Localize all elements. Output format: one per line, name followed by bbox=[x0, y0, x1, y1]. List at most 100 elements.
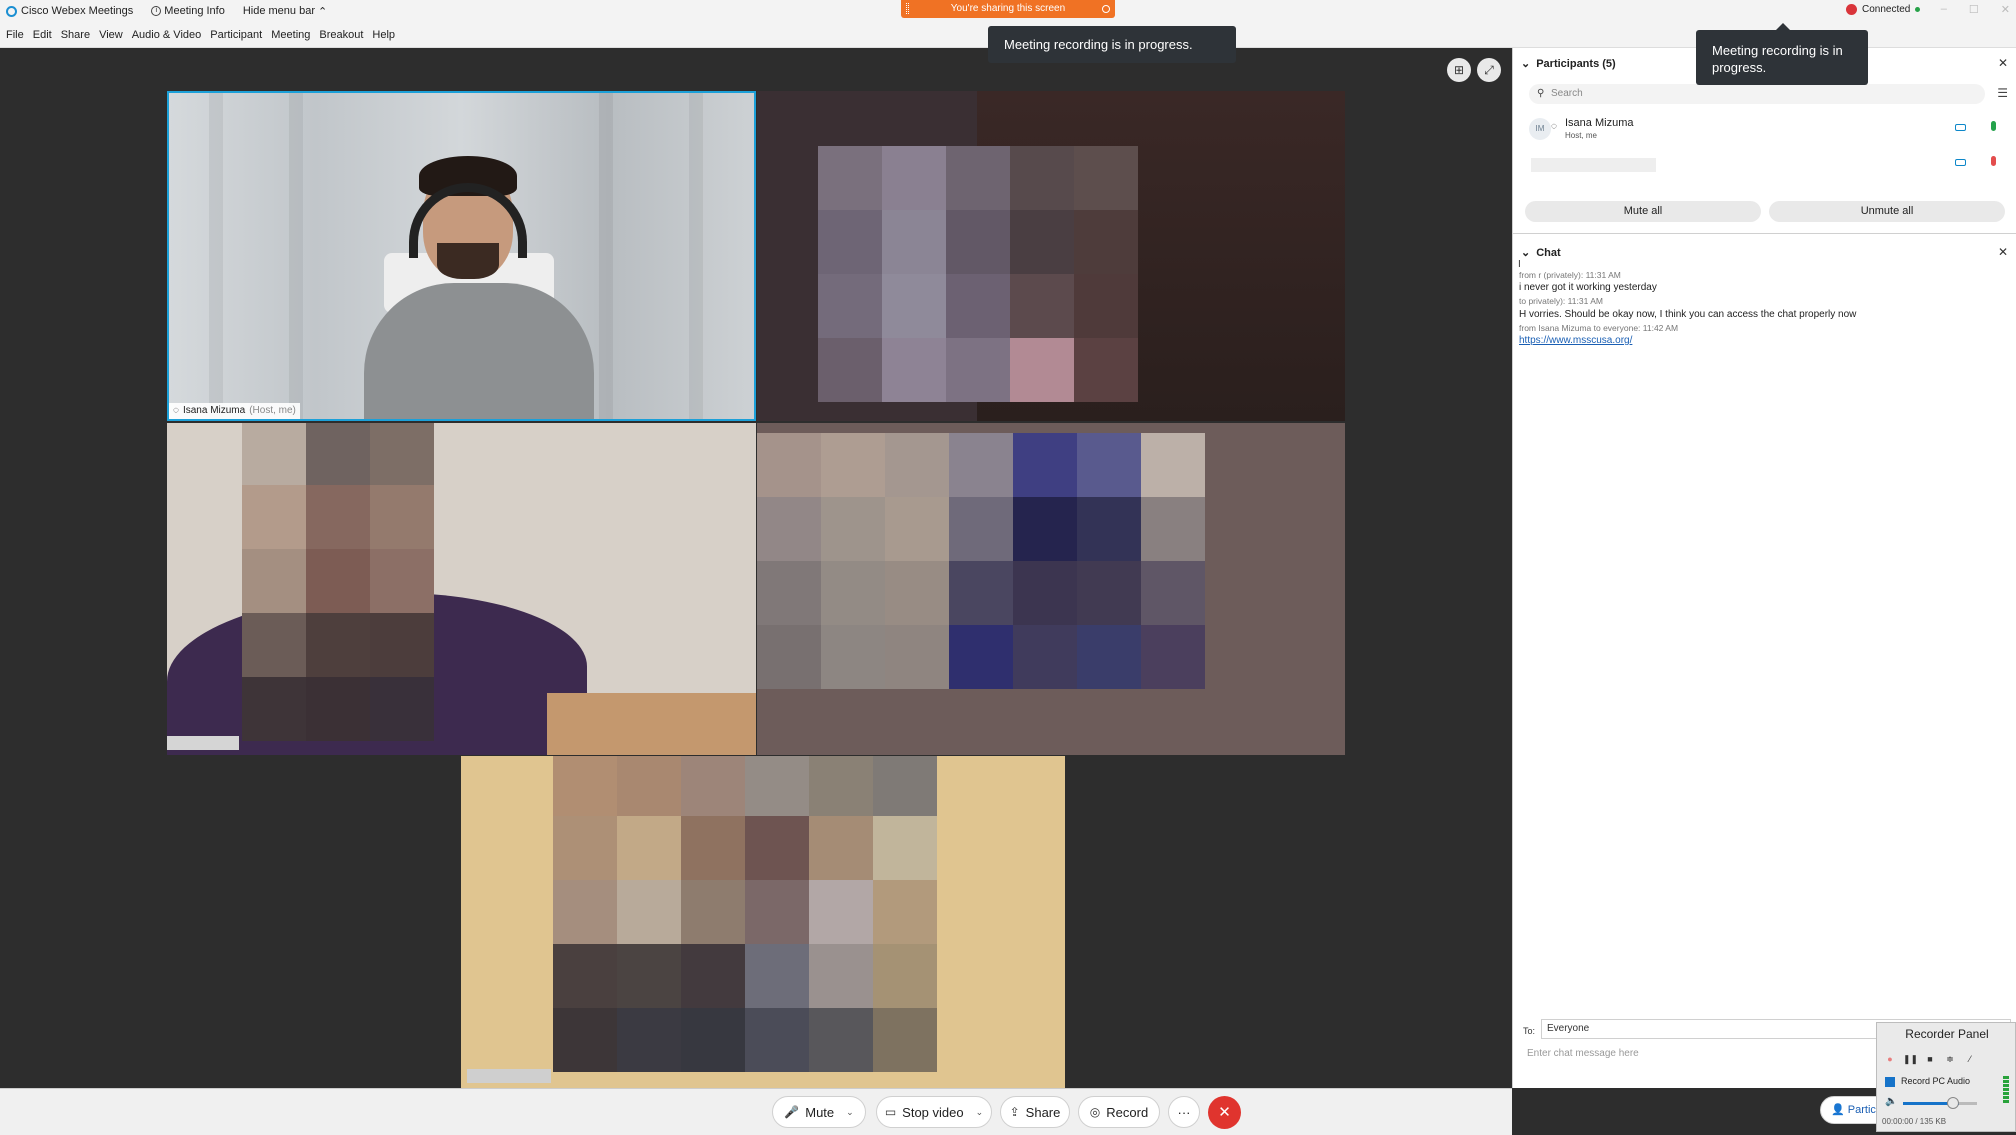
pixelated-face bbox=[818, 146, 1138, 402]
microphone-muted-icon[interactable] bbox=[1991, 156, 1996, 166]
participants-header[interactable]: ⌄ Participants (5) bbox=[1521, 57, 1616, 71]
menu-meeting[interactable]: Meeting bbox=[271, 29, 310, 41]
end-meeting-button[interactable]: ✕ bbox=[1208, 1096, 1241, 1129]
close-participants-icon[interactable]: ✕ bbox=[1998, 56, 2008, 70]
pixelated-face bbox=[553, 756, 937, 1072]
record-icon: ◎ bbox=[1089, 1105, 1101, 1119]
app-name: Cisco Webex Meetings bbox=[21, 5, 134, 17]
close-window-icon[interactable]: ✕ bbox=[2001, 3, 2010, 16]
chat-message-meta: from Isana Mizuma to everyone: 11:42 AM bbox=[1519, 323, 1679, 333]
video-icon[interactable] bbox=[1955, 159, 1966, 166]
participants-toggle-button[interactable]: 👤 Partic bbox=[1820, 1096, 1878, 1124]
pop-out-icon[interactable]: ⤢ bbox=[1477, 58, 1501, 82]
meeting-info-label: Meeting Info bbox=[164, 5, 225, 17]
grid-layout-icon[interactable]: ⊞ bbox=[1447, 58, 1471, 82]
microphone-icon[interactable] bbox=[1991, 121, 1996, 131]
unmute-all-button[interactable]: Unmute all bbox=[1769, 201, 2005, 222]
recording-tooltip-panel: Meeting recording is in progress. bbox=[1696, 23, 1868, 85]
drag-handle-icon[interactable] bbox=[906, 3, 909, 14]
menu-breakout[interactable]: Breakout bbox=[319, 29, 363, 41]
chevron-down-icon[interactable]: ⌄ bbox=[846, 1107, 854, 1118]
hide-menu-bar-button[interactable]: Hide menu bar ⌃ bbox=[243, 5, 327, 18]
chat-message-text: H vorries. Should be okay now, I think y… bbox=[1519, 309, 1857, 320]
recorder-panel: Recorder Panel ● ❚❚ ■ ≑ ⁄ Record PC Audi… bbox=[1876, 1022, 2016, 1132]
menu-share[interactable]: Share bbox=[61, 29, 90, 41]
host-name-label: Isana Mizuma bbox=[182, 405, 246, 416]
maximize-icon[interactable]: ☐ bbox=[1969, 3, 1979, 16]
chat-to-label: To: bbox=[1523, 1026, 1536, 1036]
participant-row-host[interactable]: IM ◌ Isana Mizuma Host, me bbox=[1525, 114, 2005, 144]
blurred-participant-name bbox=[1531, 158, 1656, 172]
record-button[interactable]: ◎ Record bbox=[1078, 1096, 1160, 1128]
share-label: Share bbox=[1025, 1104, 1061, 1120]
chat-title: Chat bbox=[1536, 246, 1561, 259]
record-label: Record bbox=[1106, 1104, 1149, 1120]
minimize-icon[interactable]: – bbox=[1941, 3, 1947, 16]
recording-tooltip: Meeting recording is in progress. bbox=[988, 26, 1236, 63]
sharing-banner[interactable]: You're sharing this screen bbox=[901, 0, 1115, 18]
microphone-icon: 🎤 bbox=[784, 1105, 800, 1119]
meeting-info-button[interactable]: i Meeting Info bbox=[151, 5, 225, 17]
video-tile-participant-3[interactable] bbox=[167, 423, 756, 755]
chat-message-input[interactable]: Enter chat message here bbox=[1527, 1048, 1639, 1059]
mute-label: Mute bbox=[805, 1104, 835, 1120]
video-tile-participant-4[interactable] bbox=[757, 423, 1345, 755]
hide-menu-bar-label: Hide menu bar bbox=[242, 5, 315, 17]
participant-search-input[interactable]: ⚲ Search bbox=[1529, 84, 1985, 104]
connection-status: Connected bbox=[1846, 4, 1921, 15]
host-person bbox=[364, 283, 594, 419]
menu-help[interactable]: Help bbox=[372, 29, 395, 41]
stop-video-button[interactable]: ▭ Stop video ⌄ bbox=[876, 1096, 992, 1128]
recorder-status: 00:00:00 / 135 KB bbox=[1882, 1117, 1947, 1126]
chat-header[interactable]: ⌄ Chat bbox=[1521, 246, 1561, 260]
close-icon: ✕ bbox=[1218, 1104, 1231, 1121]
audio-icon: ◌ bbox=[173, 405, 179, 416]
chevron-up-icon: ⌃ bbox=[318, 5, 328, 18]
pause-icon[interactable]: ❚❚ bbox=[1903, 1052, 1918, 1066]
share-button[interactable]: ⇪ Share bbox=[1000, 1096, 1070, 1128]
video-tile-participant-2[interactable] bbox=[757, 91, 1345, 421]
pen-icon[interactable]: ⁄ bbox=[1963, 1052, 1977, 1066]
record-icon[interactable]: ● bbox=[1883, 1052, 1897, 1066]
person-icon: 👤 bbox=[1831, 1104, 1845, 1116]
volume-slider-thumb[interactable] bbox=[1947, 1097, 1959, 1109]
participants-toggle-label: Partic bbox=[1847, 1104, 1876, 1116]
menu-audio-video[interactable]: Audio & Video bbox=[132, 29, 202, 41]
sort-icon[interactable]: ☰ bbox=[1997, 86, 2008, 100]
pixelated-face bbox=[757, 433, 1205, 689]
recording-indicator-icon bbox=[1846, 4, 1857, 15]
host-suffix-label: (Host, me) bbox=[249, 405, 296, 416]
speaker-icon: 🔈 bbox=[1885, 1096, 1898, 1107]
participant-name: Isana Mizuma bbox=[1565, 117, 1634, 129]
status-dot-icon bbox=[1915, 7, 1921, 12]
participant-3-name-tag bbox=[167, 736, 239, 750]
menu-participant[interactable]: Participant bbox=[210, 29, 262, 41]
chat-message-text: i never got it working yesterday bbox=[1519, 282, 1657, 293]
more-options-button[interactable]: ··· bbox=[1168, 1096, 1200, 1128]
menu-edit[interactable]: Edit bbox=[33, 29, 52, 41]
participant-5-name-tag bbox=[467, 1069, 551, 1083]
stop-icon[interactable]: ■ bbox=[1923, 1052, 1937, 1066]
menu-view[interactable]: View bbox=[99, 29, 123, 41]
chat-message-link[interactable]: https://www.msscusa.org/ bbox=[1519, 335, 1632, 346]
video-tile-participant-5[interactable] bbox=[461, 756, 1065, 1096]
participant-role: Host, me bbox=[1565, 131, 1598, 140]
video-icon[interactable] bbox=[1955, 124, 1966, 131]
audio-icon: ◌ bbox=[1551, 121, 1557, 132]
video-tile-host[interactable]: ◌ Isana Mizuma (Host, me) bbox=[167, 91, 756, 421]
stop-sharing-icon[interactable] bbox=[1102, 5, 1110, 13]
close-chat-icon[interactable]: ✕ bbox=[1998, 245, 2008, 259]
record-pc-audio-checkbox[interactable] bbox=[1885, 1077, 1895, 1087]
side-panel: ⌄ Participants (5) ✕ ⚲ Search ☰ IM ◌ Isa… bbox=[1512, 48, 2016, 1088]
chevron-down-icon[interactable]: ⌄ bbox=[1521, 57, 1530, 70]
chevron-down-icon[interactable]: ⌄ bbox=[1521, 246, 1530, 259]
chevron-down-icon[interactable]: ⌄ bbox=[976, 1107, 984, 1118]
video-camera-icon: ▭ bbox=[884, 1105, 897, 1119]
settings-icon[interactable]: ≑ bbox=[1943, 1052, 1957, 1066]
participant-row[interactable] bbox=[1525, 149, 2005, 179]
avatar: IM bbox=[1529, 118, 1551, 140]
mute-button[interactable]: 🎤 Mute ⌄ bbox=[772, 1096, 866, 1128]
stop-video-label: Stop video bbox=[902, 1104, 964, 1120]
menu-file[interactable]: File bbox=[6, 29, 24, 41]
mute-all-button[interactable]: Mute all bbox=[1525, 201, 1761, 222]
